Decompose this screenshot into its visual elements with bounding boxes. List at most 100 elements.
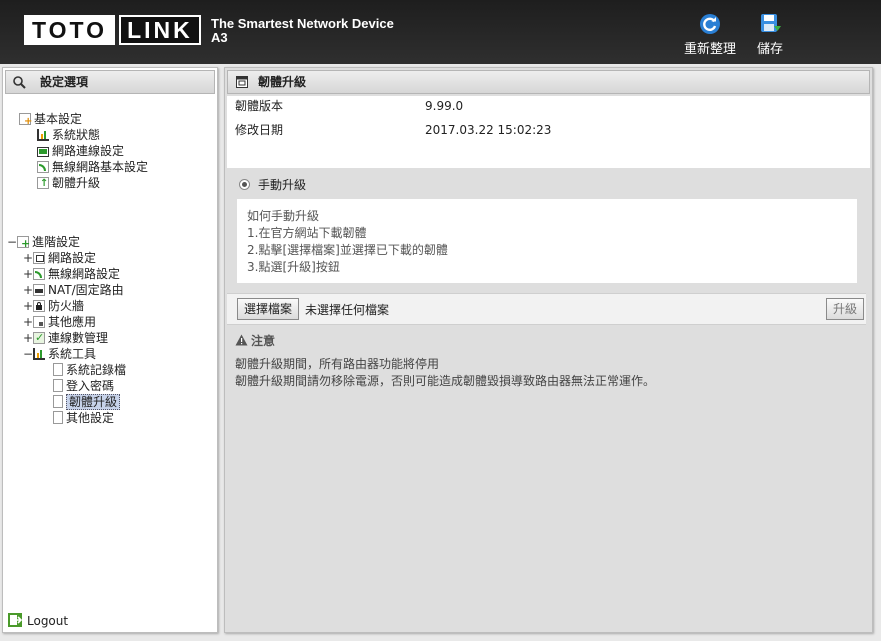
tagline-line2: A3 (211, 30, 228, 45)
product-tagline: The Smartest Network Device A3 (211, 17, 394, 45)
notice-line: 韌體升級期間請勿移除電源，否則可能造成韌體毀損導致路由器無法正常運作。 (235, 374, 656, 388)
tree-firmware-upgrade-selected[interactable]: 韌體升級 (53, 394, 121, 410)
tree-firmware-upgrade-basic-label: 韌體升級 (52, 176, 101, 190)
howto-line: 如何手動升級 (247, 209, 320, 223)
logo-right-text: LINK (119, 15, 201, 45)
collapse-toggle-icon[interactable]: − (7, 235, 17, 249)
tree-wireless-settings[interactable]: + 無線網路設定 (23, 267, 120, 281)
page-title: 韌體升級 (227, 70, 870, 94)
router-icon (33, 284, 45, 296)
choose-file-button[interactable]: 選擇檔案 (237, 298, 300, 320)
howto-instructions: 如何手動升級 1.在官方網站下載韌體 2.點擊[選擇檔案]並選擇已下載的韌體 3… (237, 199, 857, 283)
modified-date-label: 修改日期 (235, 123, 284, 137)
tree-firmware-upgrade-basic[interactable]: ↑ 韌體升級 (37, 176, 100, 190)
tree-login-password[interactable]: 登入密碼 (53, 379, 114, 393)
window-icon (236, 76, 248, 88)
document-icon (53, 395, 63, 408)
modified-date-row: 修改日期 2017.03.22 15:02:23 (235, 120, 551, 140)
tree-network-settings[interactable]: + 網路設定 (23, 251, 96, 265)
tree-system-log[interactable]: 系統記錄檔 (53, 363, 126, 377)
checkmark-icon: ✓ (33, 331, 45, 344)
sidebar-title: 設定選項 (5, 70, 215, 94)
tree-connection-management[interactable]: + ✓ 連線數管理 (23, 331, 108, 345)
wireless-icon (37, 161, 49, 173)
tree-basic-settings-label: 基本設定 (34, 112, 83, 126)
howto-line: 2.點擊[選擇檔案]並選擇已下載的韌體 (247, 243, 448, 257)
network-icon (33, 252, 45, 264)
howto-line: 1.在官方網站下載韌體 (247, 226, 367, 240)
expand-toggle-icon[interactable]: + (23, 251, 33, 265)
tree-network-connection-label: 網路連線設定 (52, 144, 125, 158)
document-icon (53, 363, 63, 376)
tree-other-apps-label: 其他應用 (48, 315, 97, 329)
tree-other-settings-label: 其他設定 (66, 411, 115, 425)
tree-system-status[interactable]: 系統狀態 (37, 128, 100, 142)
bar-chart-icon (33, 348, 45, 360)
save-icon (761, 14, 781, 32)
logout-label: Logout (27, 614, 69, 628)
folder-plus-icon: + (19, 113, 32, 127)
notice-line: 韌體升級期間，所有路由器功能將停用 (235, 357, 440, 371)
main-panel: 韌體升級 韌體版本 9.99.0 修改日期 2017.03.22 15:02:23 … (224, 67, 873, 633)
sidebar: 設定選項 + 基本設定 系統狀態 網路連線設定 無線網路基本設定 ↑ 韌體升級 − +… (2, 67, 218, 633)
manual-upgrade-option[interactable]: 手動升級 (239, 176, 306, 193)
top-header: TOTO LINK The Smartest Network Device A3… (0, 0, 881, 64)
tree-system-tools-label: 系統工具 (48, 347, 97, 361)
reboot-label: 重新整理 (684, 42, 737, 57)
manual-upgrade-radio[interactable] (239, 179, 250, 190)
upgrade-button[interactable]: 升級 (825, 298, 864, 320)
tree-network-connection[interactable]: 網路連線設定 (37, 144, 124, 158)
sidebar-title-text: 設定選項 (40, 75, 89, 89)
no-file-selected-text: 未選擇任何檔案 (305, 303, 390, 317)
tree-network-settings-label: 網路設定 (48, 251, 97, 265)
tree-firewall[interactable]: + 防火牆 (23, 299, 84, 313)
tree-system-status-label: 系統狀態 (52, 128, 101, 142)
firmware-version-row: 韌體版本 9.99.0 (235, 96, 463, 116)
tree-basic-settings[interactable]: + 基本設定 (19, 112, 83, 127)
document-icon (53, 379, 63, 392)
tree-nat-routing-label: NAT/固定路由 (48, 283, 124, 297)
expand-toggle-icon[interactable]: + (23, 283, 33, 297)
tree-system-tools[interactable]: − 系統工具 (23, 347, 96, 361)
bar-chart-icon (37, 129, 49, 141)
tree-other-settings[interactable]: 其他設定 (53, 411, 114, 425)
firmware-version-value: 9.99.0 (425, 99, 464, 113)
expand-toggle-icon[interactable]: + (23, 331, 33, 345)
document-icon (53, 411, 63, 424)
refresh-icon (700, 14, 720, 34)
save-label: 儲存 (757, 42, 784, 57)
tree-wireless-settings-label: 無線網路設定 (48, 267, 121, 281)
page-title-text: 韌體升級 (258, 75, 307, 89)
lock-icon (33, 300, 45, 312)
expand-toggle-icon[interactable]: + (23, 267, 33, 281)
reboot-button[interactable]: 重新整理 (684, 12, 736, 57)
tree-system-log-label: 系統記錄檔 (66, 363, 127, 377)
file-upload-bar: 選擇檔案 未選擇任何檔案 升級 (227, 293, 866, 325)
tree-connection-management-label: 連線數管理 (48, 331, 109, 345)
expand-toggle-icon[interactable]: + (23, 299, 33, 313)
expand-toggle-icon[interactable]: + (23, 315, 33, 329)
tree-wireless-basic[interactable]: 無線網路基本設定 (37, 160, 148, 174)
tree-login-password-label: 登入密碼 (66, 379, 115, 393)
tree-nat-routing[interactable]: + NAT/固定路由 (23, 283, 124, 297)
tree-other-apps[interactable]: + 其他應用 (23, 315, 96, 329)
save-button[interactable]: 儲存 (757, 12, 783, 57)
tree-advanced-settings[interactable]: − + 進階設定 (7, 235, 80, 249)
logout-icon (8, 613, 23, 627)
modified-date-value: 2017.03.22 15:02:23 (425, 123, 552, 137)
collapse-toggle-icon[interactable]: − (23, 347, 33, 361)
warning-icon (235, 334, 248, 346)
logo-left-text: TOTO (24, 15, 116, 45)
wireless-icon (33, 268, 45, 280)
logout-link[interactable]: Logout (7, 612, 68, 628)
upgrade-icon: ↑ (37, 177, 49, 189)
firmware-info: 韌體版本 9.99.0 修改日期 2017.03.22 15:02:23 (227, 96, 870, 168)
notice-section: 注意 韌體升級期間，所有路由器功能將停用 韌體升級期間請勿移除電源，否則可能造成… (235, 333, 655, 390)
settings-search-icon (13, 76, 26, 89)
folder-plus-icon: + (17, 236, 30, 249)
manual-upgrade-label: 手動升級 (258, 178, 307, 192)
tree-wireless-basic-label: 無線網路基本設定 (52, 160, 149, 174)
apps-icon (33, 316, 45, 328)
notice-title-text: 注意 (251, 334, 276, 348)
tagline-line1: The Smartest Network Device (211, 16, 394, 31)
